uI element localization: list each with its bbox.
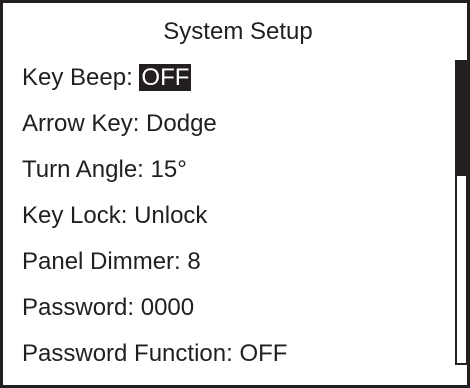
menu-item-value[interactable]: 15° <box>151 156 187 183</box>
menu-item-value[interactable]: Unlock <box>134 202 207 229</box>
scrollbar[interactable] <box>455 60 468 365</box>
menu-item-key-lock[interactable]: Key Lock: Unlock <box>22 201 287 247</box>
menu-item-label: Key Lock: <box>22 202 128 229</box>
system-setup-screen: System Setup Key Beep: OFF Arrow Key: Do… <box>0 0 470 388</box>
menu-item-key-beep[interactable]: Key Beep: OFF <box>22 63 287 109</box>
scrollbar-thumb[interactable] <box>457 62 466 176</box>
menu-item-label: Panel Dimmer: <box>22 248 181 275</box>
menu-item-password[interactable]: Password: 0000 <box>22 293 287 339</box>
menu-item-value[interactable]: 8 <box>187 248 200 275</box>
menu-item-password-function[interactable]: Password Function: OFF <box>22 339 287 385</box>
menu-item-value[interactable]: 0000 <box>141 294 194 321</box>
menu-item-turn-angle[interactable]: Turn Angle: 15° <box>22 155 287 201</box>
menu-item-label: Arrow Key: <box>22 110 140 137</box>
screen-title: System Setup <box>163 18 313 45</box>
menu-item-value[interactable]: OFF <box>139 64 192 91</box>
menu-item-panel-dimmer[interactable]: Panel Dimmer: 8 <box>22 247 287 293</box>
menu-item-label: Password Function: <box>22 340 233 367</box>
settings-menu: Key Beep: OFF Arrow Key: Dodge Turn Angl… <box>22 63 287 385</box>
menu-item-value[interactable]: OFF <box>239 340 287 367</box>
menu-item-label: Turn Angle: <box>22 156 144 183</box>
menu-item-label: Key Beep: <box>22 64 133 91</box>
menu-item-label: Password: <box>22 294 135 321</box>
menu-item-value[interactable]: Dodge <box>146 110 217 137</box>
menu-item-arrow-key[interactable]: Arrow Key: Dodge <box>22 109 287 155</box>
